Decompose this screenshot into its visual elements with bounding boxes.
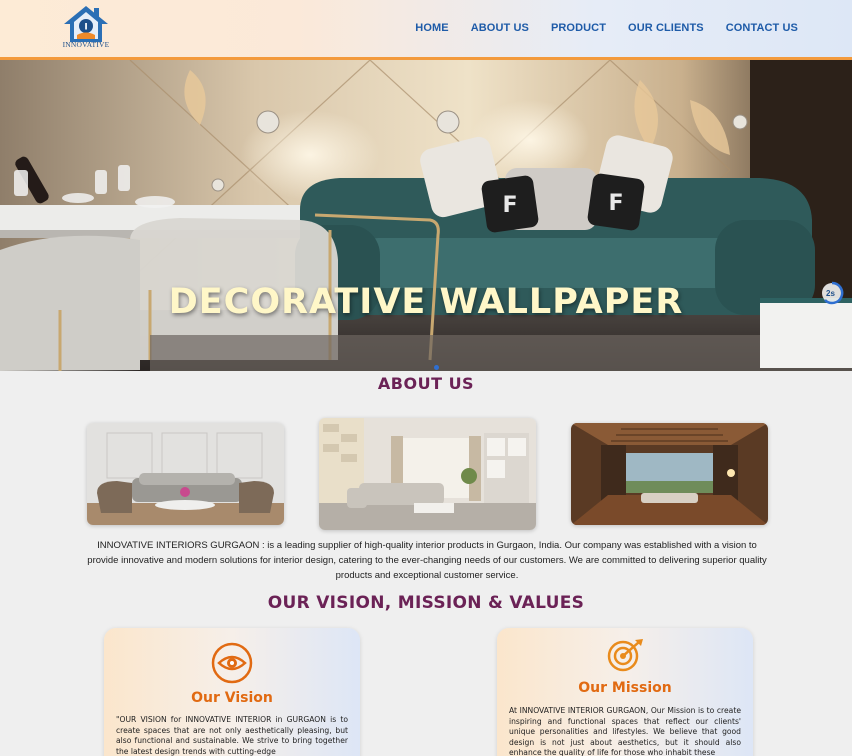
nav-our-clients[interactable]: OUR CLIENTS <box>628 22 704 34</box>
hero-slider[interactable]: F F DECORATIVE WALLPAPER <box>0 60 852 371</box>
svg-text:F: F <box>502 193 517 218</box>
about-image-hall <box>571 423 768 525</box>
svg-text:F: F <box>608 191 623 216</box>
mission-card: Our Mission At INNOVATIVE INTERIOR GURGA… <box>497 628 753 756</box>
logo-text: INNOVATIVE <box>62 40 110 49</box>
vision-text: "OUR VISION for INNOVATIVE INTERIOR in G… <box>116 715 348 756</box>
hero-title: DECORATIVE WALLPAPER <box>168 282 684 322</box>
eye-icon <box>211 642 253 684</box>
nav-about-us[interactable]: ABOUT US <box>471 22 529 34</box>
mission-text: At INNOVATIVE INTERIOR GURGAON, Our Miss… <box>509 706 741 756</box>
mission-title: Our Mission <box>578 680 672 696</box>
main-nav: HOME ABOUT US PRODUCT OUR CLIENTS CONTAC… <box>415 22 798 34</box>
about-description: INNOVATIVE INTERIORS GURGAON : is a lead… <box>87 540 767 581</box>
svg-text:I: I <box>84 23 87 33</box>
nav-contact-us[interactable]: CONTACT US <box>726 22 798 34</box>
vmv-title: OUR VISION, MISSION & VALUES <box>267 593 585 613</box>
vision-card: Our Vision "OUR VISION for INNOVATIVE IN… <box>104 628 360 756</box>
hero-image: F F <box>0 60 852 371</box>
about-title: ABOUT US <box>377 374 475 393</box>
target-icon <box>607 639 643 672</box>
slider-timer-text: 2s <box>826 289 835 298</box>
site-header: I INNOVATIVE HOME ABOUT US PRODUCT OUR C… <box>0 0 852 60</box>
nav-home[interactable]: HOME <box>415 22 448 34</box>
about-image-lounge <box>319 418 536 530</box>
vision-title: Our Vision <box>191 690 273 706</box>
slider-dot[interactable] <box>434 365 439 370</box>
about-image-living-room <box>87 423 284 525</box>
nav-product[interactable]: PRODUCT <box>551 22 606 34</box>
